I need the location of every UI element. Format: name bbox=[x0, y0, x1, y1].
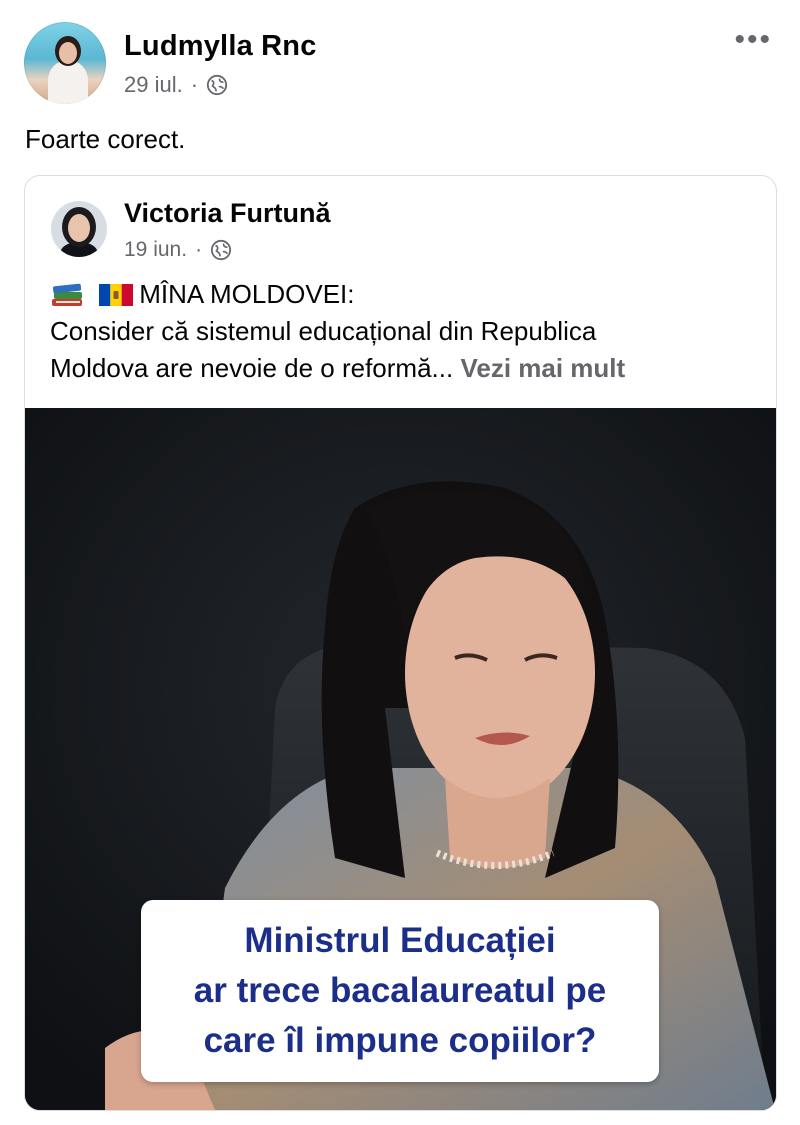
shared-post-card[interactable]: Victoria Furtună 19 iun. · MÎNA MOLDOVEI… bbox=[24, 175, 777, 1111]
author-name[interactable]: Ludmylla Rnc bbox=[124, 30, 317, 63]
shared-post-line-1: MÎNA MOLDOVEI: bbox=[50, 276, 770, 313]
meta-separator: · bbox=[190, 72, 199, 97]
post-date[interactable]: 29 iul. bbox=[124, 72, 183, 98]
shared-post-line-2: Consider că sistemul educațional din Rep… bbox=[50, 316, 597, 346]
globe-icon bbox=[210, 239, 232, 261]
moldova-flag-icon bbox=[99, 284, 134, 306]
see-more-link[interactable]: Vezi mai mult bbox=[460, 353, 625, 383]
post-meta: 29 iul. · bbox=[124, 72, 228, 98]
shared-post-date[interactable]: 19 iun. bbox=[124, 238, 187, 262]
caption-line-2: ar trece bacalaureatul pe bbox=[193, 971, 607, 1010]
more-options-button[interactable]: ••• bbox=[734, 25, 772, 55]
video-caption: Ministrul Educației ar trece bacalaureat… bbox=[141, 900, 659, 1082]
post-text: Foarte corect. bbox=[25, 124, 186, 154]
shared-author-name[interactable]: Victoria Furtună bbox=[124, 198, 331, 229]
author-avatar[interactable] bbox=[24, 22, 106, 104]
shared-post-heading: MÎNA MOLDOVEI: bbox=[139, 279, 355, 309]
books-icon bbox=[52, 283, 82, 306]
shared-author-avatar[interactable] bbox=[51, 201, 107, 257]
shared-post-line-3-text: Moldova are nevoie de o reformă... bbox=[50, 353, 454, 383]
caption-line-3: care îl impune copiilor? bbox=[203, 1021, 597, 1060]
shared-post-text: MÎNA MOLDOVEI: Consider că sistemul educ… bbox=[50, 276, 770, 387]
meta-separator: · bbox=[195, 238, 203, 261]
post-header: Ludmylla Rnc 29 iul. · ••• bbox=[24, 22, 776, 108]
caption-line-1: Ministrul Educației bbox=[244, 921, 556, 960]
globe-icon bbox=[206, 74, 228, 96]
shared-post-line-3: Moldova are nevoie de o reformă... Vezi … bbox=[50, 350, 770, 387]
video-player[interactable]: Ministrul Educației ar trece bacalaureat… bbox=[25, 408, 776, 1110]
shared-post-meta: 19 iun. · bbox=[124, 238, 232, 262]
